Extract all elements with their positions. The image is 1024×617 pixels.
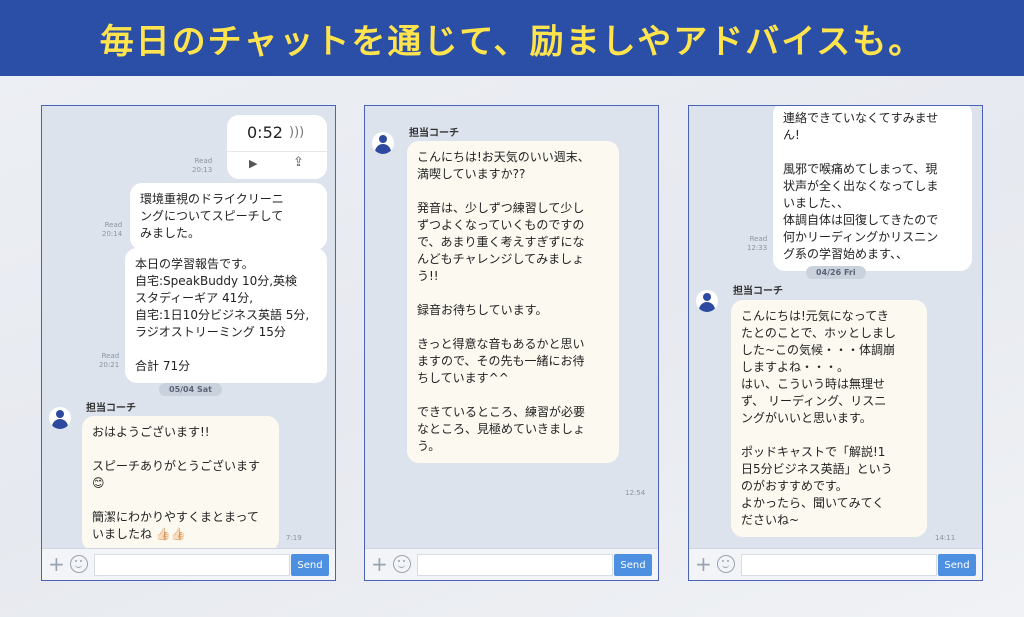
chat-history[interactable]: 0:52 ))) ▶ ⇪ Read 20:13 環境重視のドライクリーニ ングにつ… [42, 106, 335, 550]
message-time: 7:19 [286, 534, 302, 542]
send-button[interactable]: Send [291, 554, 329, 576]
message-meta: Read 20:21 [99, 352, 120, 369]
voice-duration: 0:52 [247, 123, 283, 142]
send-button[interactable]: Send [614, 554, 652, 576]
coach-message: おはようございます!! スピーチありがとうございます 😊 簡潔にわかりやすくまと… [82, 416, 279, 550]
message-meta: Read 12:33 [747, 235, 768, 252]
coach-message: こんにちは!元気になってき たとのことで、ホッとしまし した~この気候・・・体調… [731, 300, 927, 537]
message-input[interactable] [741, 554, 937, 576]
share-icon[interactable]: ⇪ [293, 155, 304, 170]
coach-avatar [372, 132, 394, 154]
chat-history[interactable]: 担当コーチ こんにちは!お天気のいい週末、 満喫していますか?? 発音は、少しず… [365, 106, 658, 550]
user-message: 本日の学習報告です。 自宅:SpeakBuddy 10分,英検 スタディーギア … [125, 248, 327, 383]
user-message: 環境重視のドライクリーニ ングについてスピーチして みました。 [130, 183, 327, 250]
chat-panel-2: 担当コーチ こんにちは!お天気のいい週末、 満喫していますか?? 発音は、少しず… [364, 105, 659, 581]
message-time: 14:11 [935, 534, 956, 542]
message-input[interactable] [417, 554, 613, 576]
input-bar: + Send [42, 548, 335, 580]
date-separator: 05/04 Sat [159, 383, 222, 396]
input-bar: + Send [689, 548, 982, 580]
message-meta: Read 20:13 [192, 157, 213, 174]
coach-avatar [696, 290, 718, 312]
coach-avatar [49, 407, 71, 429]
message-meta: Read 20:14 [102, 221, 123, 238]
coach-name: 担当コーチ [409, 128, 459, 139]
chat-history[interactable]: 連絡できていなくてすみませ ん! 風邪で喉痛めてしまって、現 状声が全く出なくな… [689, 106, 982, 550]
plus-icon[interactable]: + [371, 553, 388, 575]
user-message: 連絡できていなくてすみませ ん! 風邪で喉痛めてしまって、現 状声が全く出なくな… [773, 106, 972, 271]
coach-name: 担当コーチ [86, 403, 136, 414]
plus-icon[interactable]: + [48, 553, 65, 575]
input-bar: + Send [365, 548, 658, 580]
coach-name: 担当コーチ [733, 286, 783, 297]
emoji-icon[interactable] [70, 555, 88, 573]
message-time: 12:54 [625, 489, 646, 497]
emoji-icon[interactable] [717, 555, 735, 573]
send-button[interactable]: Send [938, 554, 976, 576]
play-icon[interactable]: ▶ [249, 157, 257, 170]
header-banner: 毎日のチャットを通じて、励ましやアドバイスも。 [0, 0, 1024, 76]
sound-wave-icon: ))) [289, 125, 305, 140]
chat-panel-3: 連絡できていなくてすみませ ん! 風邪で喉痛めてしまって、現 状声が全く出なくな… [688, 105, 983, 581]
divider [227, 151, 327, 152]
date-separator: 04/26 Fri [806, 266, 866, 279]
plus-icon[interactable]: + [695, 553, 712, 575]
chat-panel-1: 0:52 ))) ▶ ⇪ Read 20:13 環境重視のドライクリーニ ングにつ… [41, 105, 336, 581]
emoji-icon[interactable] [393, 555, 411, 573]
voice-message[interactable]: 0:52 ))) ▶ ⇪ [227, 115, 327, 179]
coach-message: こんにちは!お天気のいい週末、 満喫していますか?? 発音は、少しずつ練習して少… [407, 141, 619, 463]
banner-title: 毎日のチャットを通じて、励ましやアドバイスも。 [99, 21, 925, 62]
message-input[interactable] [94, 554, 290, 576]
